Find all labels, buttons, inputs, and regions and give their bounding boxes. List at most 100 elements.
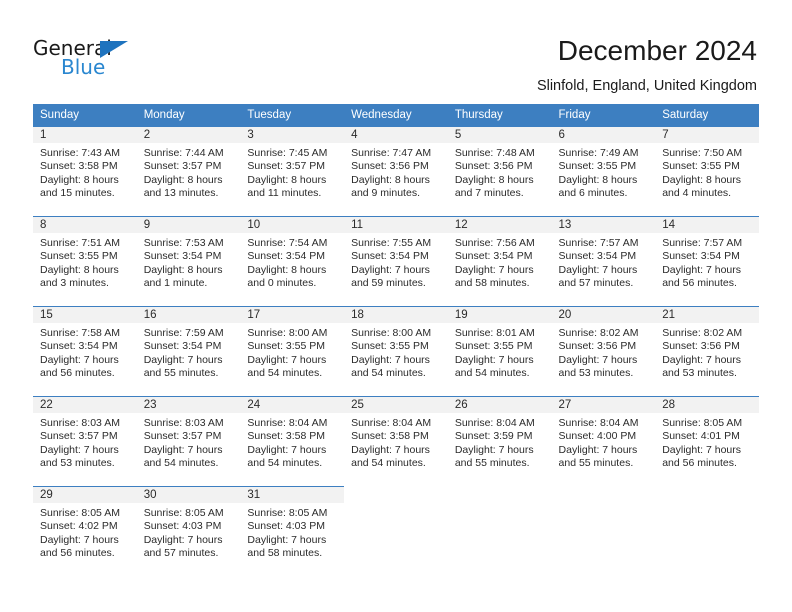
day-sun-info: Sunrise: 7:57 AM Sunset: 3:54 PM Daylight:…	[655, 233, 759, 291]
calendar-day-cell[interactable]: 24 Sunrise: 8:04 AM Sunset: 3:58 PM Dayligh…	[240, 396, 345, 486]
calendar-day-cell[interactable]: 17 Sunrise: 8:00 AM Sunset: 3:55 PM Dayligh…	[240, 306, 345, 396]
calendar-week-row: 15 Sunrise: 7:58 AM Sunset: 3:54 PM Dayligh…	[33, 306, 759, 396]
sunset-time: Sunset: 3:59 PM	[454, 430, 533, 443]
daylight-duration-line1: Daylight: 8 hours	[247, 173, 327, 186]
calendar-header-row: Sunday Monday Tuesday Wednesday Thursday…	[33, 104, 759, 126]
day-number: 10	[240, 216, 345, 233]
calendar-day-cell[interactable]: 13 Sunrise: 7:57 AM Sunset: 3:54 PM Dayligh…	[551, 216, 656, 306]
day-number: 30	[136, 486, 241, 503]
sunrise-time: Sunrise: 7:44 AM	[143, 147, 224, 159]
calendar-day-cell[interactable]: 8 Sunrise: 7:51 AM Sunset: 3:55 PM Daylight…	[33, 216, 137, 306]
calendar-day-cell[interactable]: 21 Sunrise: 8:02 AM Sunset: 3:56 PM Dayligh…	[655, 306, 759, 396]
calendar-day-cell[interactable]: 6 Sunrise: 7:49 AM Sunset: 3:55 PM Daylight…	[551, 126, 656, 216]
day-sun-info: Sunrise: 8:02 AM Sunset: 3:56 PM Daylight:…	[552, 323, 656, 381]
calendar-day-cell[interactable]: 15 Sunrise: 7:58 AM Sunset: 3:54 PM Dayligh…	[33, 306, 137, 396]
day-sun-info: Sunrise: 8:01 AM Sunset: 3:55 PM Daylight:…	[448, 323, 552, 381]
sunset-time: Sunset: 3:57 PM	[143, 160, 222, 173]
day-sun-info: Sunrise: 7:58 AM Sunset: 3:54 PM Daylight:…	[33, 323, 137, 381]
weekday-header-wednesday: Wednesday	[344, 104, 448, 126]
daylight-duration-line2: and 55 minutes.	[454, 457, 530, 470]
sunset-time: Sunset: 3:55 PM	[454, 340, 533, 353]
day-number: 2	[136, 126, 241, 143]
sunset-time: Sunset: 3:54 PM	[143, 340, 222, 353]
weekday-header-thursday: Thursday	[447, 104, 552, 126]
calendar-day-cell[interactable]: 18 Sunrise: 8:00 AM Sunset: 3:55 PM Dayligh…	[344, 306, 448, 396]
daylight-duration-line2: and 6 minutes.	[558, 187, 628, 200]
day-sun-info: Sunrise: 7:45 AM Sunset: 3:57 PM Daylight:…	[240, 143, 344, 201]
calendar-container: Sunday Monday Tuesday Wednesday Thursday…	[33, 104, 759, 576]
day-sun-info: Sunrise: 8:05 AM Sunset: 4:03 PM Daylight:…	[137, 503, 241, 561]
sunrise-time: Sunrise: 8:02 AM	[662, 327, 743, 339]
calendar-day-cell[interactable]: 3 Sunrise: 7:45 AM Sunset: 3:57 PM Daylight…	[240, 126, 345, 216]
daylight-duration-line1: Daylight: 7 hours	[662, 263, 742, 276]
sunrise-time: Sunrise: 8:05 AM	[143, 507, 224, 519]
sunset-time: Sunset: 3:55 PM	[558, 160, 637, 173]
sunrise-time: Sunrise: 8:00 AM	[351, 327, 432, 339]
calendar-day-cell[interactable]: 23 Sunrise: 8:03 AM Sunset: 3:57 PM Dayligh…	[136, 396, 241, 486]
sunset-time: Sunset: 3:54 PM	[40, 340, 118, 353]
daylight-duration-line1: Daylight: 8 hours	[454, 173, 534, 186]
calendar-day-cell[interactable]: 1 Sunrise: 7:43 AM Sunset: 3:58 PM Daylight…	[33, 126, 137, 216]
day-number: 23	[136, 396, 241, 413]
calendar-week-row: 22 Sunrise: 8:03 AM Sunset: 3:57 PM Dayligh…	[33, 396, 759, 486]
calendar-day-cell[interactable]: 25 Sunrise: 8:04 AM Sunset: 3:58 PM Dayligh…	[344, 396, 448, 486]
day-number: 28	[655, 396, 759, 413]
daylight-duration-line2: and 54 minutes.	[247, 367, 323, 380]
calendar-day-cell[interactable]: 19 Sunrise: 8:01 AM Sunset: 3:55 PM Dayligh…	[447, 306, 552, 396]
calendar-day-cell[interactable]: 7 Sunrise: 7:50 AM Sunset: 3:55 PM Daylight…	[655, 126, 759, 216]
calendar-day-cell[interactable]: 16 Sunrise: 7:59 AM Sunset: 3:54 PM Dayligh…	[136, 306, 241, 396]
calendar-day-cell-empty	[551, 486, 656, 576]
general-blue-logo[interactable]: General Blue	[33, 38, 163, 82]
daylight-duration-line1: Daylight: 7 hours	[143, 353, 223, 366]
sunrise-time: Sunrise: 8:05 AM	[247, 507, 328, 519]
sunset-time: Sunset: 3:55 PM	[351, 340, 429, 353]
daylight-duration-line2: and 53 minutes.	[558, 367, 634, 380]
day-sun-info: Sunrise: 7:47 AM Sunset: 3:56 PM Daylight:…	[344, 143, 448, 201]
day-number: 19	[447, 306, 552, 323]
calendar-day-cell[interactable]: 11 Sunrise: 7:55 AM Sunset: 3:54 PM Dayligh…	[344, 216, 448, 306]
calendar-day-cell[interactable]: 27 Sunrise: 8:04 AM Sunset: 4:00 PM Dayligh…	[551, 396, 656, 486]
calendar-day-cell[interactable]: 26 Sunrise: 8:04 AM Sunset: 3:59 PM Dayligh…	[447, 396, 552, 486]
calendar-day-cell[interactable]: 29 Sunrise: 8:05 AM Sunset: 4:02 PM Dayligh…	[33, 486, 137, 576]
daylight-duration-line2: and 56 minutes.	[662, 457, 737, 470]
calendar-day-cell[interactable]: 28 Sunrise: 8:05 AM Sunset: 4:01 PM Dayligh…	[655, 396, 759, 486]
daylight-duration-line2: and 11 minutes.	[247, 187, 322, 200]
day-sun-info: Sunrise: 7:49 AM Sunset: 3:55 PM Daylight:…	[552, 143, 656, 201]
sunrise-time: Sunrise: 7:54 AM	[247, 237, 328, 249]
calendar-day-cell[interactable]: 22 Sunrise: 8:03 AM Sunset: 3:57 PM Dayligh…	[33, 396, 137, 486]
daylight-duration-line1: Daylight: 7 hours	[558, 353, 638, 366]
sunrise-time: Sunrise: 7:47 AM	[351, 147, 432, 159]
daylight-duration-line1: Daylight: 7 hours	[40, 353, 119, 366]
calendar-week-row: 29 Sunrise: 8:05 AM Sunset: 4:02 PM Dayligh…	[33, 486, 759, 576]
daylight-duration-line2: and 54 minutes.	[247, 457, 323, 470]
calendar-day-cell[interactable]: 2 Sunrise: 7:44 AM Sunset: 3:57 PM Daylight…	[136, 126, 241, 216]
daylight-duration-line2: and 13 minutes.	[143, 187, 219, 200]
calendar-day-cell[interactable]: 10 Sunrise: 7:54 AM Sunset: 3:54 PM Dayligh…	[240, 216, 345, 306]
sunrise-time: Sunrise: 8:04 AM	[454, 417, 535, 429]
day-number: 11	[344, 216, 448, 233]
sunrise-time: Sunrise: 7:57 AM	[662, 237, 743, 249]
calendar-day-cell[interactable]: 20 Sunrise: 8:02 AM Sunset: 3:56 PM Dayligh…	[551, 306, 656, 396]
calendar-day-cell[interactable]: 31 Sunrise: 8:05 AM Sunset: 4:03 PM Dayligh…	[240, 486, 345, 576]
daylight-duration-line2: and 54 minutes.	[143, 457, 219, 470]
sunrise-time: Sunrise: 8:04 AM	[247, 417, 328, 429]
calendar-day-cell[interactable]: 12 Sunrise: 7:56 AM Sunset: 3:54 PM Dayligh…	[447, 216, 552, 306]
daylight-duration-line1: Daylight: 7 hours	[454, 353, 534, 366]
day-number: 20	[551, 306, 656, 323]
day-number: 16	[136, 306, 241, 323]
day-sun-info: Sunrise: 8:05 AM Sunset: 4:02 PM Daylight:…	[33, 503, 137, 561]
calendar-day-cell[interactable]: 4 Sunrise: 7:47 AM Sunset: 3:56 PM Daylight…	[344, 126, 448, 216]
daylight-duration-line1: Daylight: 8 hours	[143, 173, 223, 186]
daylight-duration-line2: and 58 minutes.	[454, 277, 530, 290]
day-number: 17	[240, 306, 345, 323]
sunset-time: Sunset: 3:56 PM	[351, 160, 429, 173]
sunrise-time: Sunrise: 7:55 AM	[351, 237, 432, 249]
logo-text-blue: Blue	[61, 55, 106, 79]
calendar-day-cell[interactable]: 14 Sunrise: 7:57 AM Sunset: 3:54 PM Dayligh…	[655, 216, 759, 306]
daylight-duration-line1: Daylight: 7 hours	[662, 353, 742, 366]
calendar-day-cell[interactable]: 30 Sunrise: 8:05 AM Sunset: 4:03 PM Dayligh…	[136, 486, 241, 576]
day-number	[344, 486, 448, 503]
calendar-day-cell[interactable]: 5 Sunrise: 7:48 AM Sunset: 3:56 PM Daylight…	[447, 126, 552, 216]
calendar-day-cell[interactable]: 9 Sunrise: 7:53 AM Sunset: 3:54 PM Daylight…	[136, 216, 241, 306]
sunset-time: Sunset: 3:54 PM	[143, 250, 222, 263]
